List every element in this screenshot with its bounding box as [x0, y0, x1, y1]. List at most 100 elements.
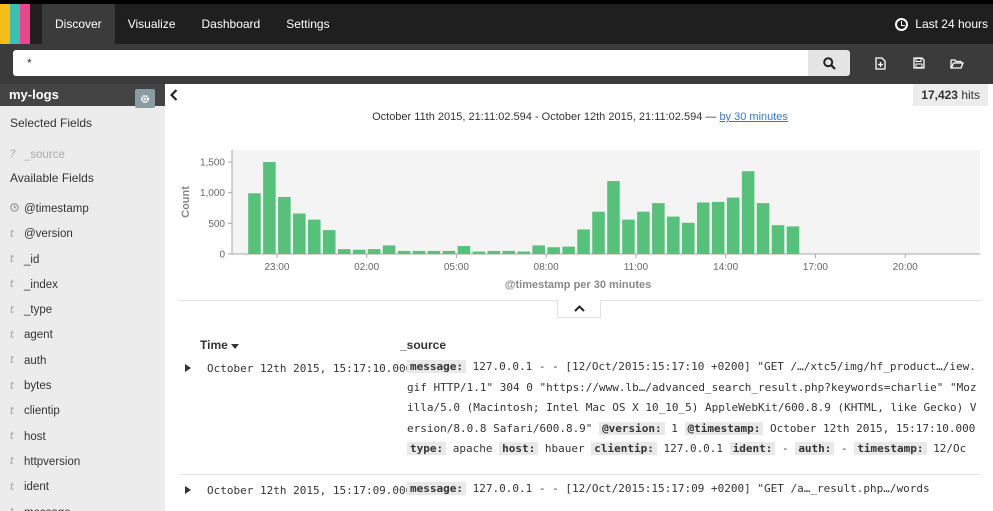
field-type-icon: t — [10, 405, 15, 417]
histogram-bar[interactable] — [517, 251, 530, 254]
collapse-sidebar-button[interactable] — [165, 84, 183, 106]
histogram-bar[interactable] — [756, 203, 770, 254]
field-item-id[interactable]: t _id — [0, 247, 165, 272]
histogram-bar[interactable] — [741, 171, 755, 254]
histogram-bar[interactable] — [397, 250, 411, 254]
histogram-bar[interactable] — [442, 250, 456, 254]
field-type-icon: t — [10, 279, 15, 291]
field-type-icon: ? — [10, 149, 16, 161]
histogram-bar[interactable] — [592, 211, 605, 254]
expand-row-button[interactable] — [185, 486, 191, 496]
histogram-bar[interactable] — [472, 251, 486, 254]
histogram-bar[interactable] — [487, 250, 501, 254]
nav-tab-dashboard[interactable]: Dashboard — [189, 4, 274, 44]
caret-right-icon — [185, 486, 191, 494]
histogram-bar[interactable] — [771, 225, 785, 254]
expand-row-button[interactable] — [185, 364, 191, 374]
histogram-bar[interactable] — [637, 211, 650, 254]
row-source: message: 127.0.0.1 - - [12/Oct/2015:15:1… — [407, 357, 977, 461]
histogram-bar[interactable] — [682, 222, 695, 254]
field-name: agent — [24, 329, 53, 342]
field-type-icon: t — [10, 380, 15, 392]
row-timestamp: October 12th 2015, 15:17:10.000 — [207, 362, 413, 375]
clock-icon — [10, 203, 24, 215]
histogram-bar[interactable] — [547, 247, 560, 254]
histogram-bar[interactable] — [652, 203, 665, 254]
histogram-bar[interactable] — [532, 245, 545, 254]
new-search-button[interactable] — [870, 50, 892, 76]
row-separator — [180, 474, 980, 475]
interval-link[interactable]: by 30 minutes — [719, 111, 787, 123]
x-tick-label: 11:00 — [624, 262, 649, 273]
open-search-button[interactable] — [946, 50, 968, 76]
histogram-bar[interactable] — [322, 230, 336, 254]
field-item-bytes[interactable]: t bytes — [0, 373, 165, 398]
source-field-key: message: — [407, 360, 466, 373]
field-item-ident[interactable]: t ident — [0, 475, 165, 500]
search-input[interactable]: * — [13, 50, 808, 76]
histogram-bar[interactable] — [412, 250, 426, 254]
field-type-icon: t — [10, 355, 15, 367]
save-search-button[interactable] — [908, 50, 930, 76]
time-range-text: October 11th 2015, 21:11:02.594 - Octobe… — [372, 111, 720, 123]
histogram-bar[interactable] — [667, 216, 680, 254]
source-field-value: - — [775, 442, 796, 455]
field-item-index[interactable]: t _index — [0, 272, 165, 297]
source-column-header: _source — [400, 338, 447, 352]
field-name: _id — [24, 253, 40, 266]
toggle-chart-button[interactable] — [557, 300, 601, 318]
field-type-icon: t — [10, 304, 15, 316]
x-tick-label: 08:00 — [534, 262, 559, 273]
field-item-clientip[interactable]: t clientip — [0, 399, 165, 424]
histogram-bar[interactable] — [502, 250, 516, 254]
source-field-key: type: — [407, 442, 447, 455]
search-button[interactable] — [808, 50, 850, 76]
histogram-bar[interactable] — [367, 249, 381, 254]
x-axis-title: @timestamp per 30 minutes — [505, 279, 651, 291]
histogram-bar[interactable] — [696, 202, 710, 254]
histogram-bar[interactable] — [577, 229, 590, 254]
field-item-host[interactable]: t host — [0, 424, 165, 449]
histogram-bar[interactable] — [263, 162, 276, 254]
time-column-header[interactable]: Time — [200, 338, 240, 352]
histogram-bar[interactable] — [607, 181, 620, 254]
nav-tab-settings[interactable]: Settings — [273, 4, 342, 44]
timepicker[interactable]: Last 24 hours — [895, 4, 988, 44]
nav-tab-discover[interactable]: Discover — [42, 4, 115, 44]
histogram-bar[interactable] — [457, 246, 471, 254]
field-item-version[interactable]: t @version — [0, 222, 165, 247]
field-item-message[interactable]: tmessage — [0, 500, 165, 511]
histogram-bar[interactable] — [352, 249, 366, 254]
field-item-auth[interactable]: t auth — [0, 348, 165, 373]
field-settings-button[interactable] — [135, 89, 155, 108]
histogram-bar[interactable] — [308, 219, 321, 254]
field-name: message — [24, 507, 71, 511]
histogram-bar[interactable] — [248, 193, 261, 254]
histogram-bar[interactable] — [562, 246, 575, 254]
field-item-agent[interactable]: t agent — [0, 323, 165, 348]
source-field-key: @version: — [599, 421, 665, 435]
histogram-chart[interactable]: 0 500 1,000 1,500 23:00 02:00 05:00 08:00 11:00 1… — [175, 140, 985, 300]
histogram-bar[interactable] — [337, 249, 351, 254]
nav-tab-visualize[interactable]: Visualize — [115, 4, 189, 44]
save-icon — [913, 57, 925, 69]
field-item-source[interactable]: ? _source — [0, 142, 165, 167]
histogram-bar[interactable] — [711, 201, 725, 254]
histogram-bar[interactable] — [786, 226, 800, 254]
histogram-bar[interactable] — [427, 250, 441, 254]
histogram-bar[interactable] — [622, 219, 635, 254]
histogram-bar[interactable] — [382, 245, 396, 254]
histogram-bar[interactable] — [726, 197, 740, 254]
source-field-value: October 12th 2015, 15:17:10.000 — [763, 421, 976, 435]
x-tick-label: 17:00 — [803, 262, 828, 273]
field-item-type[interactable]: t _type — [0, 297, 165, 322]
row-source: message: 127.0.0.1 - - [12/Oct/2015:15:1… — [407, 479, 977, 506]
field-item-httpversion[interactable]: t httpversion — [0, 449, 165, 474]
histogram-bar[interactable] — [293, 213, 306, 254]
field-name: _source — [24, 148, 65, 161]
kibana-logo[interactable] — [0, 4, 40, 44]
y-tick-label: 1,500 — [200, 158, 225, 169]
available-fields-title: Available Fields — [10, 171, 94, 186]
histogram-bar[interactable] — [278, 196, 291, 254]
field-item-timestamp[interactable]: @timestamp — [0, 196, 165, 221]
